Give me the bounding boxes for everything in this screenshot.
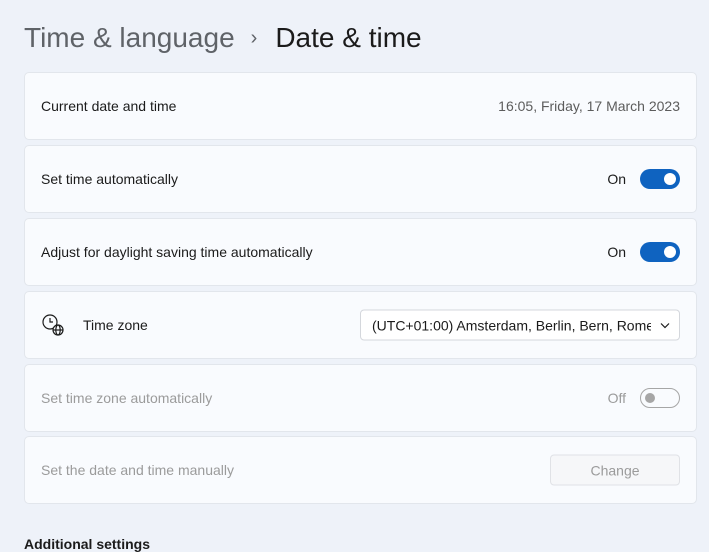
daylight-saving-state: On (607, 244, 626, 260)
daylight-saving-toggle[interactable] (640, 242, 680, 262)
current-datetime-value: 16:05, Friday, 17 March 2023 (498, 98, 680, 114)
set-time-automatically-toggle[interactable] (640, 169, 680, 189)
clock-globe-icon (41, 313, 65, 337)
daylight-saving-card: Adjust for daylight saving time automati… (24, 218, 697, 286)
page-title: Date & time (275, 22, 422, 53)
time-zone-label: Time zone (83, 317, 148, 333)
toggle-knob (645, 393, 655, 403)
daylight-saving-label: Adjust for daylight saving time automati… (41, 244, 313, 260)
set-time-automatically-card: Set time automatically On (24, 145, 697, 213)
additional-settings-heading: Additional settings (24, 536, 150, 552)
change-button[interactable]: Change (550, 454, 680, 486)
set-timezone-automatically-card: Set time zone automatically Off (24, 364, 697, 432)
manual-datetime-card: Set the date and time manually Change (24, 436, 697, 504)
time-zone-dropdown[interactable]: (UTC+01:00) Amsterdam, Berlin, Bern, Rom… (360, 309, 680, 341)
current-datetime-card: Current date and time 16:05, Friday, 17 … (24, 72, 697, 140)
daylight-saving-control: On (607, 242, 680, 262)
breadcrumb-parent-link[interactable]: Time & language (24, 22, 235, 54)
time-zone-selected-value: (UTC+01:00) Amsterdam, Berlin, Bern, Rom… (372, 317, 651, 333)
set-timezone-automatically-label: Set time zone automatically (41, 390, 213, 406)
set-timezone-automatically-toggle[interactable] (640, 388, 680, 408)
set-timezone-automatically-control: Off (608, 388, 680, 408)
time-zone-card: Time zone (UTC+01:00) Amsterdam, Berlin,… (24, 291, 697, 359)
set-timezone-automatically-state: Off (607, 390, 626, 406)
set-time-automatically-label: Set time automatically (41, 171, 178, 187)
manual-datetime-label: Set the date and time manually (41, 462, 235, 478)
set-time-automatically-state: On (607, 171, 626, 187)
toggle-knob (664, 246, 676, 258)
chevron-down-icon (651, 322, 679, 328)
toggle-knob (664, 173, 676, 185)
current-datetime-label: Current date and time (41, 98, 177, 114)
breadcrumb: Time & language › Date & time (24, 18, 422, 58)
chevron-right-icon: › (250, 26, 258, 49)
set-time-automatically-control: On (607, 169, 680, 189)
